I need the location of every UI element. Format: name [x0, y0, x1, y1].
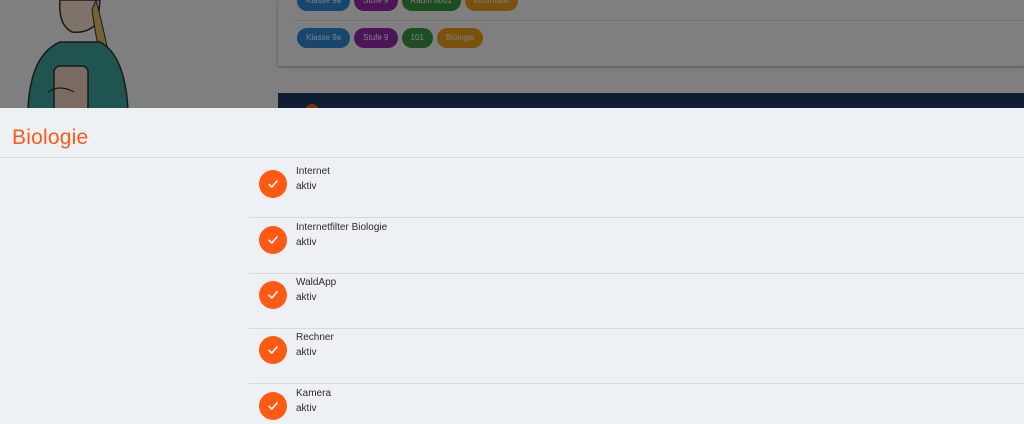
app-name: Internetfilter Biologie — [296, 222, 388, 233]
app-status: aktiv — [296, 181, 317, 192]
app-status: aktiv — [296, 347, 317, 358]
list-item[interactable]: Kamera aktiv — [249, 382, 1024, 424]
app-name: Rechner — [296, 332, 334, 343]
app-status: aktiv — [296, 237, 317, 248]
list-item[interactable]: WaldApp aktiv — [249, 271, 1024, 326]
list-item[interactable]: Internetfilter Biologie aktiv — [249, 216, 1024, 271]
app-name: Internet — [296, 166, 330, 177]
app-status: aktiv — [296, 403, 317, 414]
check-icon[interactable] — [259, 170, 287, 198]
app-name: WaldApp — [296, 277, 337, 288]
app-status: aktiv — [296, 292, 317, 303]
check-icon[interactable] — [259, 336, 287, 364]
check-icon[interactable] — [259, 281, 287, 309]
list-item[interactable]: Internet aktiv — [249, 160, 1024, 215]
check-icon[interactable] — [259, 226, 287, 254]
check-icon[interactable] — [259, 392, 287, 420]
app-list: Internet aktiv Internetfilter Biologie a… — [0, 0, 1024, 424]
list-item[interactable]: Rechner aktiv — [249, 326, 1024, 381]
app-name: Kamera — [296, 388, 332, 399]
